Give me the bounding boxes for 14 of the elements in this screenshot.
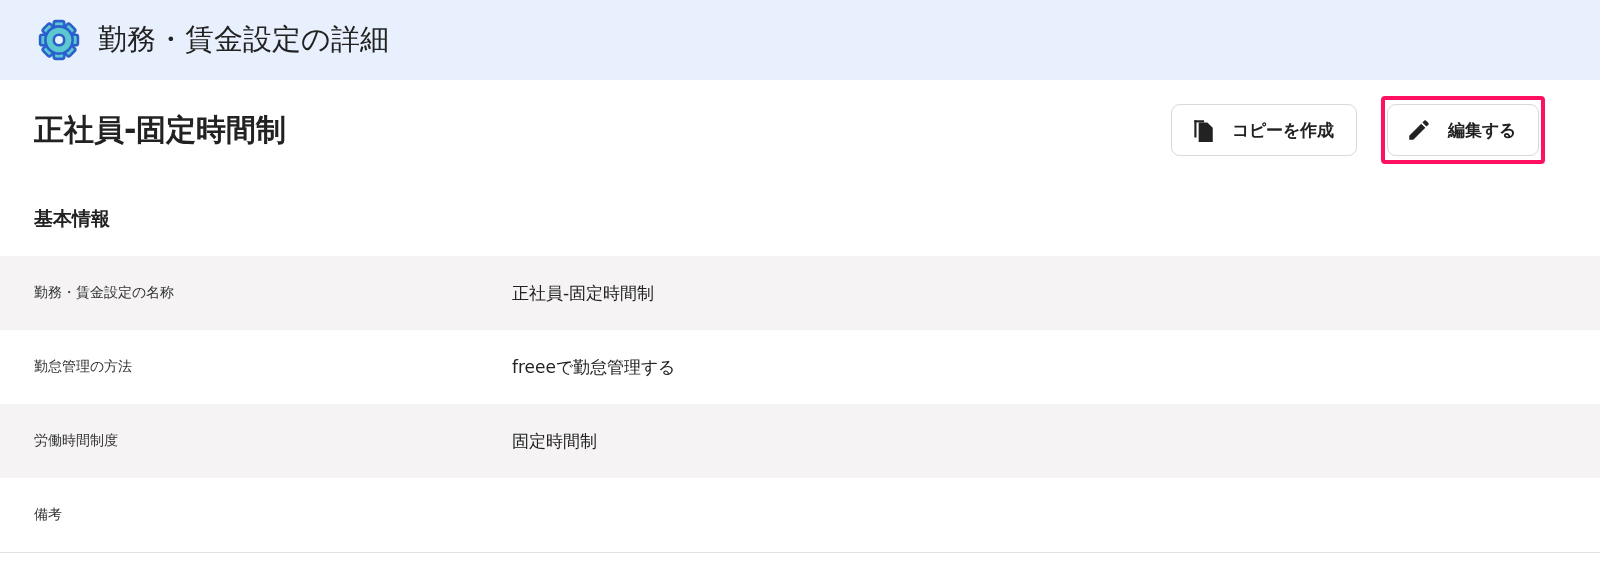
copy-button[interactable]: コピーを作成 bbox=[1171, 104, 1357, 156]
section-heading: 基本情報 bbox=[33, 206, 111, 231]
record-title: 正社員-固定時間制 bbox=[34, 110, 288, 149]
field-label: 労働時間制度 bbox=[34, 432, 119, 450]
pencil-icon bbox=[1406, 117, 1432, 143]
field-label: 勤怠管理の方法 bbox=[34, 358, 133, 376]
field-value: 正社員-固定時間制 bbox=[512, 281, 655, 305]
edit-button[interactable]: 編集する bbox=[1387, 104, 1539, 156]
gear-icon bbox=[38, 19, 80, 61]
page-heading: 勤務・賃金設定の詳細 bbox=[98, 21, 389, 58]
field-value: 固定時間制 bbox=[512, 429, 597, 453]
field-label: 備考 bbox=[34, 506, 63, 524]
field-label: 勤務・賃金設定の名称 bbox=[34, 284, 175, 302]
field-value: freeeで勤怠管理する bbox=[512, 355, 675, 379]
